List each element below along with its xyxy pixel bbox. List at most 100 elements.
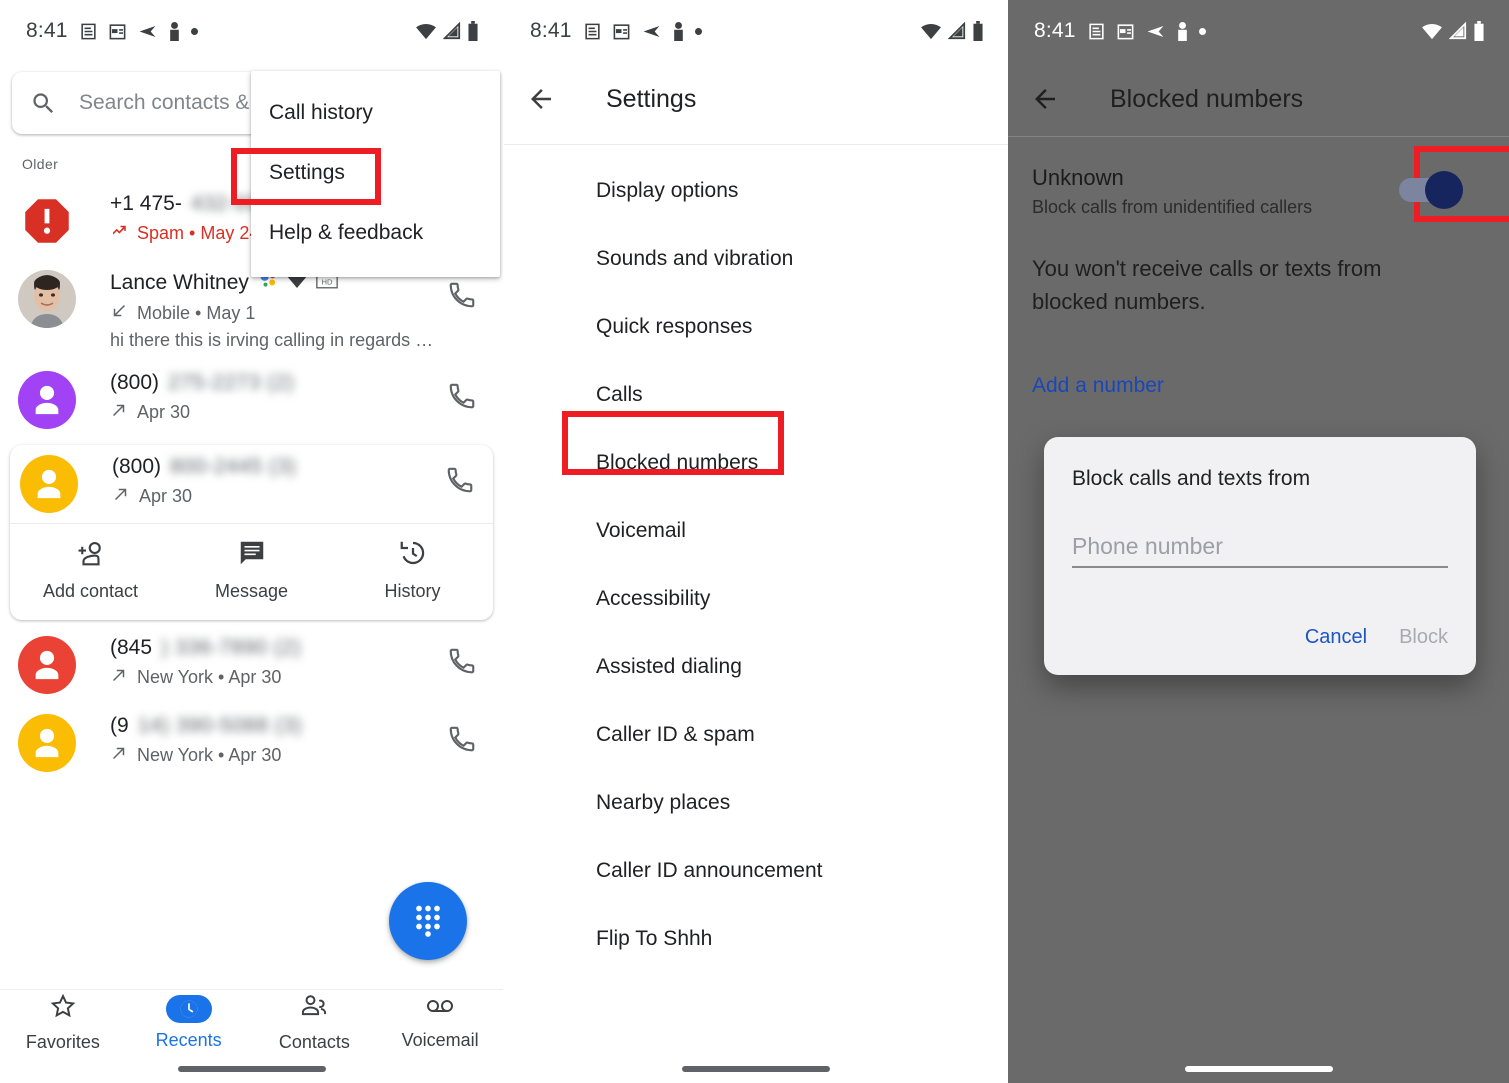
card-action-row: Add contact Message History <box>10 523 493 620</box>
menu-item-help-feedback[interactable]: Help & feedback <box>251 203 500 263</box>
unknown-setting-subtitle: Block calls from unidentified callers <box>1032 197 1313 217</box>
settings-item-assisted-dialing[interactable]: Assisted dialing <box>504 633 1008 701</box>
send-icon <box>1145 22 1166 41</box>
unknown-setting-title: Unknown <box>1032 165 1124 190</box>
blocked-numbers-screen: 8:41 Blocked numbers Unknown Block calls… <box>1008 0 1509 1083</box>
call-back-button[interactable] <box>439 371 485 411</box>
call-back-button[interactable] <box>439 714 485 754</box>
menu-item-call-history[interactable]: Call history <box>251 83 500 143</box>
call-row-subtitle: Mobile • May 1 <box>110 302 439 325</box>
settings-item-caller-id-and-spam[interactable]: Caller ID & spam <box>504 701 1008 769</box>
call-back-button[interactable] <box>437 455 483 495</box>
phone-app-recents-screen: 8:41 Search contacts & Older +1 475- 432… <box>0 0 503 1083</box>
history-button[interactable]: History <box>332 524 493 620</box>
message-button[interactable]: Message <box>171 524 332 620</box>
call-log-row[interactable]: (845) 336-7890 (2) New York • Apr 30 <box>0 626 503 704</box>
calendar-icon <box>612 22 631 41</box>
cellular-signal-icon <box>443 22 461 40</box>
person-icon <box>18 371 76 429</box>
person-icon <box>168 21 181 41</box>
call-log-row[interactable]: (9 14) 390-5088 (3) New York • Apr 30 <box>0 704 503 782</box>
call-row-subtitle: New York • Apr 30 <box>110 744 439 767</box>
nav-voicemail[interactable]: Voicemail <box>377 990 503 1055</box>
call-row-subtitle: Apr 30 <box>112 485 437 508</box>
calendar-icon <box>1116 22 1135 41</box>
settings-item-display-options[interactable]: Display options <box>504 157 1008 225</box>
bottom-navigation: Favorites Recents Contacts Voicemail <box>0 989 503 1055</box>
unknown-callers-toggle[interactable] <box>1399 171 1463 209</box>
add-a-number-link[interactable]: Add a number <box>1008 318 1509 398</box>
call-log-row[interactable]: (800) 275-2273 (2) Apr 30 <box>0 361 503 439</box>
add-contact-button[interactable]: Add contact <box>10 524 171 620</box>
outgoing-call-icon <box>112 485 130 508</box>
settings-item-nearby-places[interactable]: Nearby places <box>504 769 1008 837</box>
status-bar-clock: 8:41 <box>1034 19 1076 42</box>
call-log-row[interactable]: (800) 800-2445 (3) Apr 30 <box>10 445 493 523</box>
back-arrow-icon[interactable] <box>1030 84 1080 114</box>
person-icon <box>20 455 78 513</box>
people-icon <box>300 992 328 1025</box>
blocked-numbers-note: You won't receive calls or texts from bl… <box>1032 256 1382 314</box>
settings-item-calls[interactable]: Calls <box>504 361 1008 429</box>
star-icon <box>49 992 77 1025</box>
cellular-signal-icon <box>1449 22 1467 40</box>
outgoing-call-icon <box>110 401 128 424</box>
outgoing-call-icon <box>110 744 128 767</box>
dialog-action-row: Cancel Block <box>1072 626 1448 657</box>
notes-icon <box>583 22 602 41</box>
call-back-button[interactable] <box>439 636 485 676</box>
dialpad-fab-button[interactable] <box>389 882 467 960</box>
call-row-title: (800) 275-2273 (2) <box>110 371 295 394</box>
nav-recents[interactable]: Recents <box>126 990 252 1055</box>
status-bar-clock: 8:41 <box>530 19 572 42</box>
cancel-button[interactable]: Cancel <box>1305 626 1367 649</box>
dot-icon <box>694 27 702 35</box>
calendar-icon <box>108 22 127 41</box>
dot-icon <box>1198 27 1206 35</box>
back-arrow-icon[interactable] <box>526 84 576 114</box>
gesture-navigation-bar <box>682 1066 830 1072</box>
spam-warning-icon <box>18 192 76 250</box>
redacted-number: ) 336-7890 (2) <box>161 636 302 659</box>
expanded-call-card: (800) 800-2445 (3) Apr 30 Add contact Me… <box>10 445 493 620</box>
unknown-callers-setting-row[interactable]: Unknown Block calls from unidentified ca… <box>1008 137 1509 218</box>
person-icon <box>18 636 76 694</box>
nav-label: Favorites <box>25 1032 100 1052</box>
call-row-subtitle: New York • Apr 30 <box>110 666 439 689</box>
settings-item-quick-responses[interactable]: Quick responses <box>504 293 1008 361</box>
notes-icon <box>79 22 98 41</box>
battery-icon <box>467 21 479 41</box>
nav-label: Recents <box>155 1029 222 1050</box>
outgoing-call-icon <box>110 666 128 689</box>
redacted-number: 275-2273 (2) <box>168 371 295 394</box>
send-icon <box>137 22 158 41</box>
phone-number-input[interactable]: Phone number <box>1072 533 1448 568</box>
status-bar: 8:41 <box>0 0 503 62</box>
status-bar-clock: 8:41 <box>26 19 68 42</box>
nav-contacts[interactable]: Contacts <box>252 990 378 1055</box>
blocked-numbers-app-bar: Blocked numbers <box>1008 62 1509 136</box>
overflow-menu: Call history Settings Help & feedback <box>251 71 500 277</box>
settings-item-accessibility[interactable]: Accessibility <box>504 565 1008 633</box>
dialog-title: Block calls and texts from <box>1072 467 1311 490</box>
card-action-label: Add contact <box>42 581 139 601</box>
send-icon <box>641 22 662 41</box>
avatar <box>18 270 76 328</box>
menu-item-settings[interactable]: Settings <box>251 143 500 203</box>
phone-number-placeholder: Phone number <box>1072 533 1223 559</box>
call-row-title: (845) 336-7890 (2) <box>110 636 302 659</box>
missed-call-icon <box>110 222 128 245</box>
card-action-label: History <box>384 581 441 601</box>
settings-item-flip-to-shhh[interactable]: Flip To Shhh <box>504 905 1008 973</box>
message-icon <box>237 538 267 573</box>
nav-label: Voicemail <box>401 1030 479 1050</box>
settings-item-blocked-numbers[interactable]: Blocked numbers <box>504 429 1008 497</box>
settings-item-sounds-and-vibration[interactable]: Sounds and vibration <box>504 225 1008 293</box>
screenshot-root: 8:41 Search contacts & Older +1 475- 432… <box>0 0 1509 1083</box>
settings-list: Display options Sounds and vibration Qui… <box>504 145 1008 973</box>
settings-item-voicemail[interactable]: Voicemail <box>504 497 1008 565</box>
nav-favorites[interactable]: Favorites <box>0 990 126 1055</box>
wifi-icon <box>920 22 942 40</box>
settings-item-caller-id-announcement[interactable]: Caller ID announcement <box>504 837 1008 905</box>
redacted-number: 800-2445 (3) <box>170 455 297 478</box>
